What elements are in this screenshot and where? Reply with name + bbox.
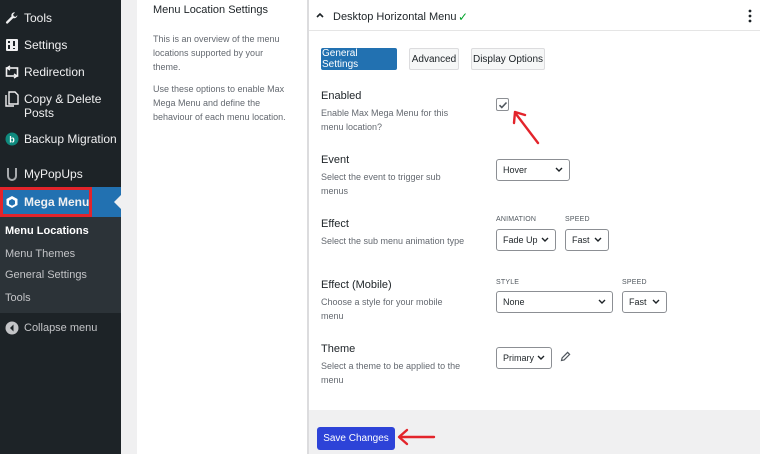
effect-description: Select the sub menu animation type	[321, 236, 465, 246]
sidebar-item-label: Tools	[24, 11, 53, 25]
backup-icon: b	[5, 132, 19, 146]
mobile-speed-select[interactable]: Fast	[622, 291, 667, 313]
annotation-arrow-icon	[397, 428, 436, 446]
sidebar-item-label: MyPopUps	[24, 167, 83, 181]
event-select-value: Hover	[503, 165, 528, 175]
tab-advanced[interactable]: Advanced	[409, 48, 459, 70]
submenu-item-menu-locations[interactable]: Menu Locations	[5, 225, 89, 237]
animation-select[interactable]: Fade Up	[496, 229, 556, 251]
theme-select[interactable]: Primary	[496, 347, 552, 369]
chevron-down-icon	[537, 355, 545, 360]
effect-mobile-label: Effect (Mobile)	[321, 279, 392, 291]
theme-description: Select a theme to be applied to the menu	[321, 361, 461, 385]
annotation-highlight-box	[0, 187, 92, 217]
chevron-down-icon	[594, 237, 602, 242]
collapse-menu-button[interactable]: Collapse menu	[0, 321, 121, 335]
annotation-arrow-icon	[512, 110, 540, 145]
wrench-icon	[5, 11, 19, 25]
event-select[interactable]: Hover	[496, 159, 570, 181]
mobile-style-select[interactable]: None	[496, 291, 613, 313]
menu-location-settings: Desktop Horizontal Menu ✓ General Settin…	[309, 0, 760, 410]
sidebar-item-label: Redirection	[24, 65, 85, 79]
sidebar-item-label: Collapse menu	[24, 322, 98, 334]
sliders-icon	[5, 38, 19, 52]
checkmark-icon	[498, 101, 507, 109]
location-settings-panel: Menu Location Settings This is an overvi…	[137, 0, 307, 454]
effect-speed-value: Fast	[572, 235, 590, 245]
chevron-down-icon	[541, 237, 549, 242]
panel-description: This is an overview of the menu location…	[153, 34, 280, 72]
event-label: Event	[321, 154, 350, 166]
mega-menu-submenu: Menu Locations Menu Themes General Setti…	[0, 217, 121, 313]
effect-speed-select[interactable]: Fast	[565, 229, 609, 251]
svg-text:b: b	[9, 135, 15, 145]
panel-title: Menu Location Settings	[153, 4, 268, 16]
submenu-item-general-settings[interactable]: General Settings	[5, 269, 87, 281]
redirect-icon	[5, 65, 19, 79]
sidebar-item-label: Copy & Delete Posts	[24, 92, 102, 120]
submenu-item-menu-themes[interactable]: Menu Themes	[5, 248, 75, 260]
enabled-label: Enabled	[321, 90, 362, 102]
edit-theme-pencil-icon[interactable]	[560, 351, 571, 362]
save-changes-button[interactable]: Save Changes	[317, 427, 395, 450]
copy-icon	[5, 91, 19, 107]
mobile-style-value: None	[503, 297, 525, 307]
sidebar-item-mypopups[interactable]: MyPopUps	[0, 167, 121, 181]
effect-mobile-description: Choose a style for your mobile menu	[321, 297, 443, 321]
chevron-down-icon	[555, 167, 563, 172]
tab-display-options[interactable]: Display Options	[471, 48, 545, 70]
sidebar-item-label: Backup Migration	[24, 132, 117, 146]
sidebar-item-copy-delete-posts[interactable]: Copy & Delete Posts	[0, 91, 121, 120]
sidebar-item-tools[interactable]: Tools	[0, 11, 121, 25]
mypopups-icon	[5, 167, 19, 181]
sidebar-item-backup-migration[interactable]: b Backup Migration	[0, 132, 121, 146]
theme-select-value: Primary	[503, 353, 534, 363]
chevron-up-icon	[316, 12, 324, 18]
mobile-speed-column-label: SPEED	[622, 279, 647, 286]
effect-label: Effect	[321, 218, 349, 230]
enabled-check-icon: ✓	[458, 10, 469, 24]
accordion-header[interactable]: Desktop Horizontal Menu ✓	[309, 0, 760, 31]
enabled-description: Enable Max Mega Menu for this menu locat…	[321, 108, 449, 132]
tab-general-settings[interactable]: General Settings	[321, 48, 397, 70]
animation-column-label: ANIMATION	[496, 216, 537, 223]
speed-column-label: SPEED	[565, 216, 590, 223]
enabled-checkbox[interactable]	[496, 98, 509, 111]
kebab-menu-icon[interactable]	[748, 9, 752, 23]
style-column-label: STYLE	[496, 279, 520, 286]
chevron-down-icon	[652, 299, 660, 304]
animation-select-value: Fade Up	[503, 235, 538, 245]
sidebar-item-redirection[interactable]: Redirection	[0, 65, 121, 79]
admin-sidebar: Tools Settings Redirection Copy & Delete…	[0, 0, 121, 454]
chevron-down-icon	[598, 299, 606, 304]
sidebar-item-settings[interactable]: Settings	[0, 38, 121, 52]
event-description: Select the event to trigger sub menus	[321, 172, 441, 196]
theme-label: Theme	[321, 343, 356, 355]
sidebar-item-label: Settings	[24, 38, 68, 52]
submenu-item-tools[interactable]: Tools	[5, 292, 31, 304]
mobile-speed-value: Fast	[629, 297, 647, 307]
collapse-icon	[5, 321, 19, 335]
panel-description: Use these options to enable Max Mega Men…	[153, 84, 286, 122]
location-title: Desktop Horizontal Menu	[333, 11, 457, 23]
